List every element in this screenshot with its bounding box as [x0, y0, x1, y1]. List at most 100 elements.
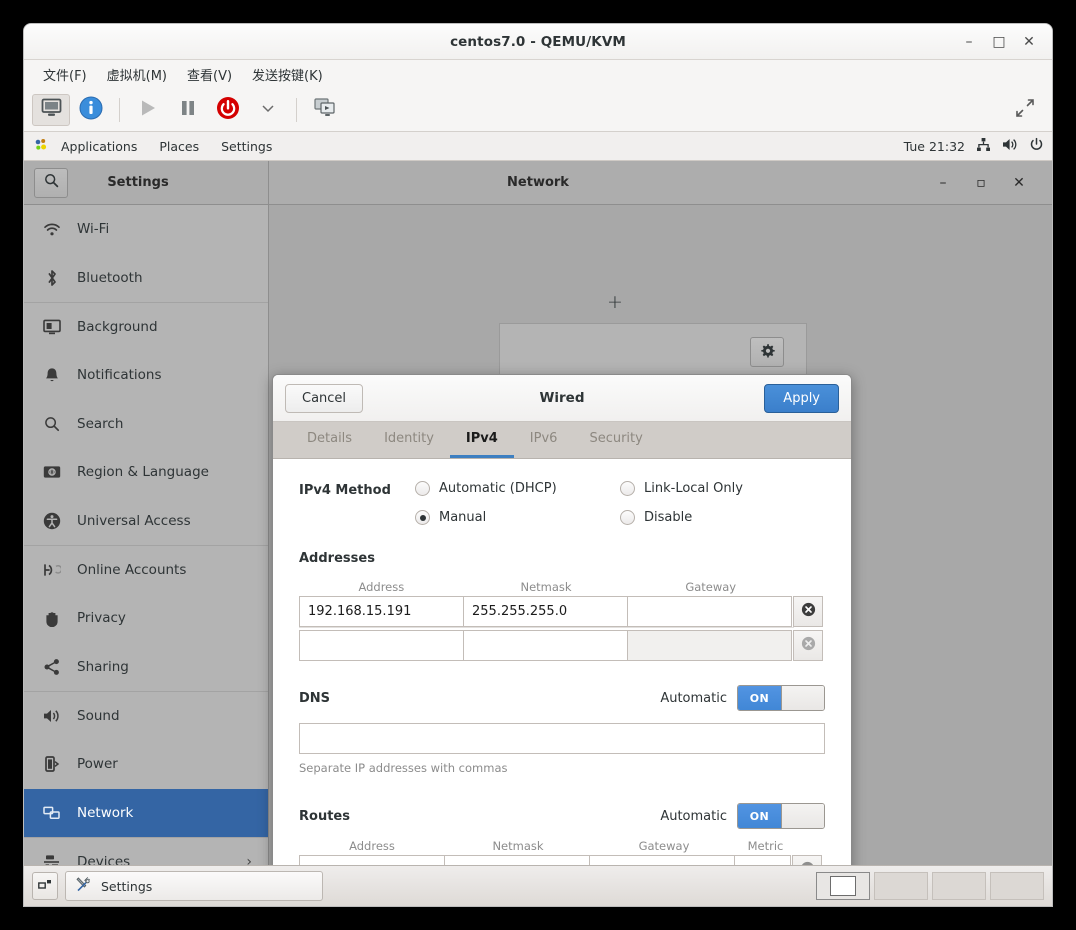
add-connection-button-1[interactable]: +	[607, 291, 623, 313]
table-row: 192.168.15.191 255.255.255.0	[299, 596, 825, 627]
settings-headerbar: Settings Network – ▫ ✕	[24, 161, 1052, 205]
settings-minimize-button[interactable]: –	[924, 175, 962, 191]
show-details-button[interactable]	[72, 94, 110, 126]
show-desktop-button[interactable]	[32, 872, 58, 900]
wired-settings-dialog: Cancel Wired Apply Details Identity IPv4…	[272, 374, 852, 906]
menu-file[interactable]: 文件(F)	[34, 62, 96, 87]
gateway-input-1[interactable]	[627, 596, 792, 627]
run-button[interactable]	[129, 94, 167, 126]
fullscreen-button[interactable]	[1006, 94, 1044, 126]
settings-window-controls: – ▫ ✕	[807, 161, 1052, 204]
sidebar-item-privacy[interactable]: Privacy	[24, 594, 268, 642]
delete-address-button-2[interactable]	[793, 630, 823, 661]
vm-minimize-button[interactable]: –	[954, 29, 984, 55]
tab-details[interactable]: Details	[291, 422, 368, 458]
chevron-down-icon	[260, 100, 276, 120]
apply-button[interactable]: Apply	[764, 383, 839, 413]
connection-card-1[interactable]	[499, 323, 807, 381]
radio-automatic-dhcp[interactable]: Automatic (DHCP)	[415, 481, 620, 496]
radio-link-local-only[interactable]: Link-Local Only	[620, 481, 825, 496]
delete-circle-icon	[801, 602, 816, 621]
tab-identity[interactable]: Identity	[368, 422, 450, 458]
gateway-input-2[interactable]	[627, 630, 792, 661]
console-view-button[interactable]	[32, 93, 70, 126]
menu-send-key[interactable]: 发送按键(K)	[243, 62, 332, 87]
settings-sidebar[interactable]: Wi-Fi Bluetooth Background Notifications…	[24, 205, 269, 873]
radio-button-icon[interactable]	[620, 510, 635, 525]
radio-button-icon-selected[interactable]	[415, 510, 430, 525]
radio-label: Disable	[644, 510, 693, 525]
sidebar-item-region-language[interactable]: Region & Language	[24, 448, 268, 496]
cancel-button[interactable]: Cancel	[285, 383, 364, 413]
taskbar-task-settings[interactable]: Settings	[65, 871, 323, 901]
topbar-places[interactable]: Places	[148, 132, 210, 161]
sidebar-item-label: Network	[77, 804, 134, 821]
search-icon	[42, 416, 62, 432]
sidebar-item-wifi[interactable]: Wi-Fi	[24, 205, 268, 253]
delete-address-button-1[interactable]	[793, 596, 823, 627]
gear-icon	[760, 343, 775, 362]
vm-maximize-button[interactable]: □	[984, 29, 1014, 55]
sidebar-item-online-accounts[interactable]: Online Accounts	[24, 546, 268, 594]
shutdown-menu-button[interactable]	[249, 94, 287, 126]
sidebar-item-label: Sharing	[77, 658, 129, 675]
radio-manual[interactable]: Manual	[415, 510, 620, 525]
sidebar-item-sharing[interactable]: Sharing	[24, 643, 268, 691]
tab-ipv6[interactable]: IPv6	[514, 422, 574, 458]
radio-disable[interactable]: Disable	[620, 510, 825, 525]
dns-section-header: DNS Automatic ON	[299, 685, 825, 711]
netmask-input-2[interactable]	[463, 630, 628, 661]
workspace-4[interactable]	[990, 872, 1044, 900]
bluetooth-icon	[42, 269, 62, 287]
tab-security[interactable]: Security	[573, 422, 658, 458]
tab-ipv4[interactable]: IPv4	[449, 422, 514, 458]
topbar-clock[interactable]: Tue 21:32	[904, 139, 965, 154]
sidebar-item-power[interactable]: Power	[24, 740, 268, 788]
ipv4-method-label: IPv4 Method	[299, 483, 391, 498]
sidebar-item-network[interactable]: Network	[24, 788, 268, 838]
workspace-switcher[interactable]	[816, 872, 1044, 900]
workspace-3[interactable]	[932, 872, 986, 900]
wifi-icon	[42, 222, 62, 237]
vm-menubar: 文件(F) 虚拟机(M) 查看(V) 发送按键(K)	[24, 60, 1052, 88]
column-header-address: Address	[358, 580, 405, 594]
netmask-input-1[interactable]: 255.255.255.0	[463, 596, 628, 627]
radio-button-icon[interactable]	[620, 481, 635, 496]
sidebar-item-universal-access[interactable]: Universal Access	[24, 496, 268, 544]
topbar-status-area[interactable]: Tue 21:32	[904, 137, 1044, 155]
vm-toolbar	[24, 88, 1052, 132]
sidebar-item-background[interactable]: Background	[24, 303, 268, 351]
sidebar-title: Settings	[107, 174, 169, 190]
sidebar-item-sound[interactable]: Sound	[24, 692, 268, 740]
gnome-topbar: Applications Places Settings Tue 21:32	[24, 132, 1052, 161]
workspace-2[interactable]	[874, 872, 928, 900]
toggle-on-label: ON	[738, 804, 781, 828]
settings-panel-title-wrap: Network	[269, 161, 807, 204]
toggle-knob[interactable]	[780, 686, 824, 710]
radio-button-icon[interactable]	[415, 481, 430, 496]
address-input-1[interactable]: 192.168.15.191	[299, 596, 464, 627]
vm-close-button[interactable]: ✕	[1014, 29, 1044, 55]
workspace-1[interactable]	[816, 872, 870, 900]
dns-input[interactable]	[299, 723, 825, 754]
menu-view[interactable]: 查看(V)	[178, 62, 241, 87]
snapshots-button[interactable]	[306, 94, 344, 126]
address-input-2[interactable]	[299, 630, 464, 661]
sidebar-item-notifications[interactable]: Notifications	[24, 351, 268, 399]
sidebar-item-search[interactable]: Search	[24, 400, 268, 448]
network-wired-icon	[976, 137, 991, 155]
routes-automatic-toggle[interactable]: ON	[737, 803, 825, 829]
pause-button[interactable]	[169, 94, 207, 126]
settings-maximize-button[interactable]: ▫	[962, 175, 1000, 191]
sidebar-item-bluetooth[interactable]: Bluetooth	[24, 253, 268, 301]
settings-close-button[interactable]: ✕	[1000, 175, 1038, 191]
topbar-settings[interactable]: Settings	[210, 132, 283, 161]
menu-virtual-machine[interactable]: 虚拟机(M)	[98, 62, 176, 87]
shutdown-button[interactable]	[209, 94, 247, 126]
toggle-knob[interactable]	[780, 804, 824, 828]
bell-icon	[42, 367, 62, 384]
taskbar-task-label: Settings	[101, 878, 153, 894]
dns-automatic-toggle[interactable]: ON	[737, 685, 825, 711]
connection-settings-button-1[interactable]	[750, 337, 784, 367]
topbar-applications[interactable]: Applications	[50, 132, 148, 161]
